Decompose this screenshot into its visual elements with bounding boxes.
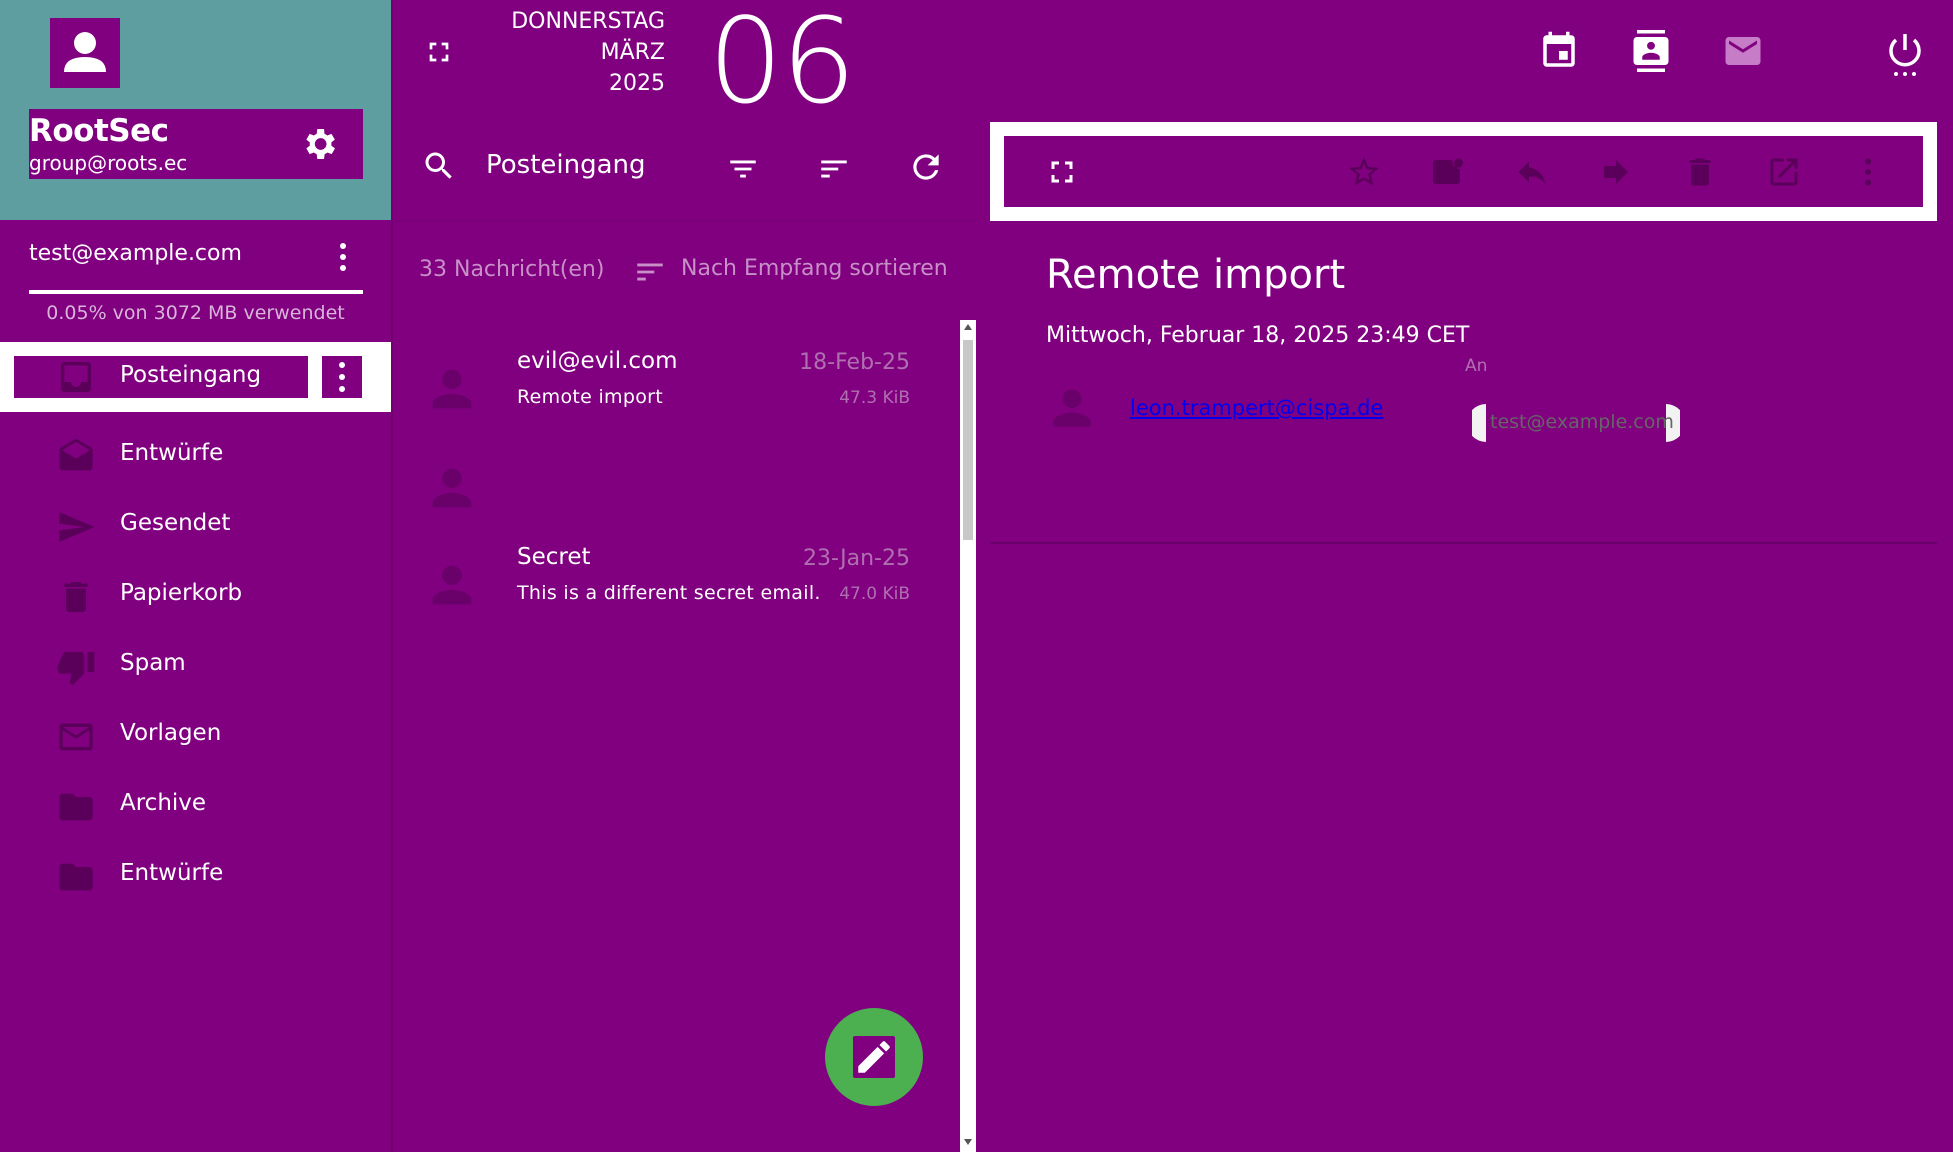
message-sender: Secret (517, 544, 591, 570)
reply-icon[interactable] (1514, 154, 1550, 190)
folder-item-archive[interactable]: Archive (0, 774, 391, 830)
folder-item-entwuerfe-2[interactable]: Entwürfe (0, 844, 391, 900)
message-size: 47.0 KiB (839, 584, 910, 604)
recipient-email: test@example.com (1490, 411, 1674, 433)
message-subject: This is a different secret email. (517, 582, 821, 604)
forward-icon[interactable] (1598, 154, 1634, 190)
sender-avatar-icon (423, 360, 481, 418)
folder-label: Archive (120, 790, 207, 816)
date-year: 2025 (609, 71, 665, 96)
reader-to-label: An (1465, 356, 1488, 376)
refresh-icon[interactable] (907, 148, 945, 186)
scroll-down-icon[interactable] (962, 1137, 974, 1147)
message-size: 47.3 KiB (839, 388, 910, 408)
message-date: 18-Feb-25 (799, 350, 910, 375)
folder-icon (56, 787, 96, 827)
quota-text: 0.05% von 3072 MB verwendet (46, 302, 345, 324)
mail-app-icon[interactable] (1722, 30, 1764, 72)
sort-order-icon[interactable] (633, 255, 667, 289)
power-icon[interactable] (1884, 30, 1926, 78)
profile-avatar-icon[interactable] (50, 18, 120, 88)
folder-label: Spam (120, 650, 186, 676)
folder-label: Vorlagen (120, 720, 222, 746)
date-month: MÄRZ (600, 40, 665, 65)
open-external-icon[interactable] (1766, 154, 1802, 190)
folder-item-entwuerfe[interactable]: Entwürfe (0, 424, 391, 480)
recipient-chip[interactable]: test@example.com (1472, 404, 1680, 442)
compose-button[interactable] (825, 1008, 923, 1106)
reader-from-link[interactable]: leon.trampert@cispa.de (1130, 396, 1383, 420)
folder-label: Entwürfe (120, 860, 224, 886)
folder-label: Gesendet (120, 510, 231, 536)
folder-item-gesendet[interactable]: Gesendet (0, 494, 391, 550)
message-list-panel: Posteingang 33 Nachricht(en) Nach Empfan… (393, 110, 975, 1152)
account-row[interactable]: test@example.com (29, 240, 369, 274)
folder-item-vorlagen[interactable]: Vorlagen (0, 704, 391, 760)
message-subject: Remote import (517, 386, 663, 408)
search-icon[interactable] (421, 148, 457, 184)
filter-icon[interactable] (726, 152, 760, 186)
reader-divider (990, 542, 1937, 544)
sort-label[interactable]: Nach Empfang sortieren (681, 256, 948, 281)
sidebar: RootSec group@roots.ec test@example.com … (0, 0, 393, 1152)
thumb-down-icon (56, 647, 96, 687)
reader-toolbar-inner (1004, 136, 1923, 207)
message-count: 33 Nachricht(en) (419, 257, 605, 282)
send-icon (56, 507, 96, 547)
reader-date: Mittwoch, Februar 18, 2025 23:49 CET (1046, 323, 1470, 348)
folder-more-icon[interactable] (322, 356, 362, 398)
inbox-icon (56, 357, 96, 397)
date-block: DONNERSTAG MÄRZ 2025 (500, 6, 665, 99)
profile-email: group@roots.ec (29, 151, 188, 175)
drafts-icon (56, 437, 96, 477)
list-title: Posteingang (486, 150, 646, 180)
sort-icon[interactable] (817, 152, 851, 186)
scroll-up-icon[interactable] (962, 322, 974, 332)
message-row[interactable]: evil@evil.com Remote import 18-Feb-25 47… (393, 338, 955, 434)
message-sender: evil@evil.com (517, 348, 678, 374)
settings-gear-icon[interactable] (299, 124, 339, 164)
sender-avatar-icon (423, 556, 481, 614)
mail-icon (56, 717, 96, 757)
folder-icon (56, 857, 96, 897)
profile-card: RootSec group@roots.ec (29, 109, 363, 179)
account-email: test@example.com (29, 241, 242, 266)
list-divider (393, 220, 975, 222)
fullscreen-icon[interactable] (1044, 154, 1080, 190)
profile-header: RootSec group@roots.ec (0, 0, 391, 220)
star-icon[interactable] (1346, 154, 1382, 190)
message-list-scrollbar[interactable] (960, 320, 976, 1152)
folder-label: Entwürfe (120, 440, 224, 466)
mark-unread-icon[interactable] (1430, 154, 1466, 190)
folder-label: Posteingang (120, 362, 262, 388)
more-icon[interactable] (1850, 154, 1886, 190)
sender-avatar-icon (423, 459, 481, 517)
sender-avatar-icon (1044, 380, 1100, 436)
folder-item-papierkorb[interactable]: Papierkorb (0, 564, 391, 620)
contacts-icon[interactable] (1630, 30, 1672, 72)
calendar-icon[interactable] (1538, 30, 1580, 72)
message-row[interactable]: Secret This is a different secret email.… (393, 534, 955, 630)
edit-icon (853, 1036, 895, 1078)
reading-pane: Remote import Mittwoch, Februar 18, 2025… (990, 122, 1937, 1152)
folder-item-posteingang[interactable]: Posteingang (0, 342, 391, 412)
folder-label: Papierkorb (120, 580, 243, 606)
message-row[interactable] (393, 437, 955, 533)
fullscreen-icon[interactable] (423, 36, 455, 68)
trash-icon (56, 577, 96, 617)
date-weekday: DONNERSTAG (511, 9, 665, 34)
quota-bar (29, 290, 363, 294)
trash-icon[interactable] (1682, 154, 1718, 190)
message-date: 23-Jan-25 (802, 546, 910, 571)
reader-subject: Remote import (1046, 252, 1346, 298)
folder-item-spam[interactable]: Spam (0, 634, 391, 690)
profile-name: RootSec (29, 113, 169, 149)
reader-toolbar (990, 122, 1937, 221)
scroll-thumb[interactable] (963, 340, 973, 540)
account-more-icon[interactable] (331, 240, 355, 274)
